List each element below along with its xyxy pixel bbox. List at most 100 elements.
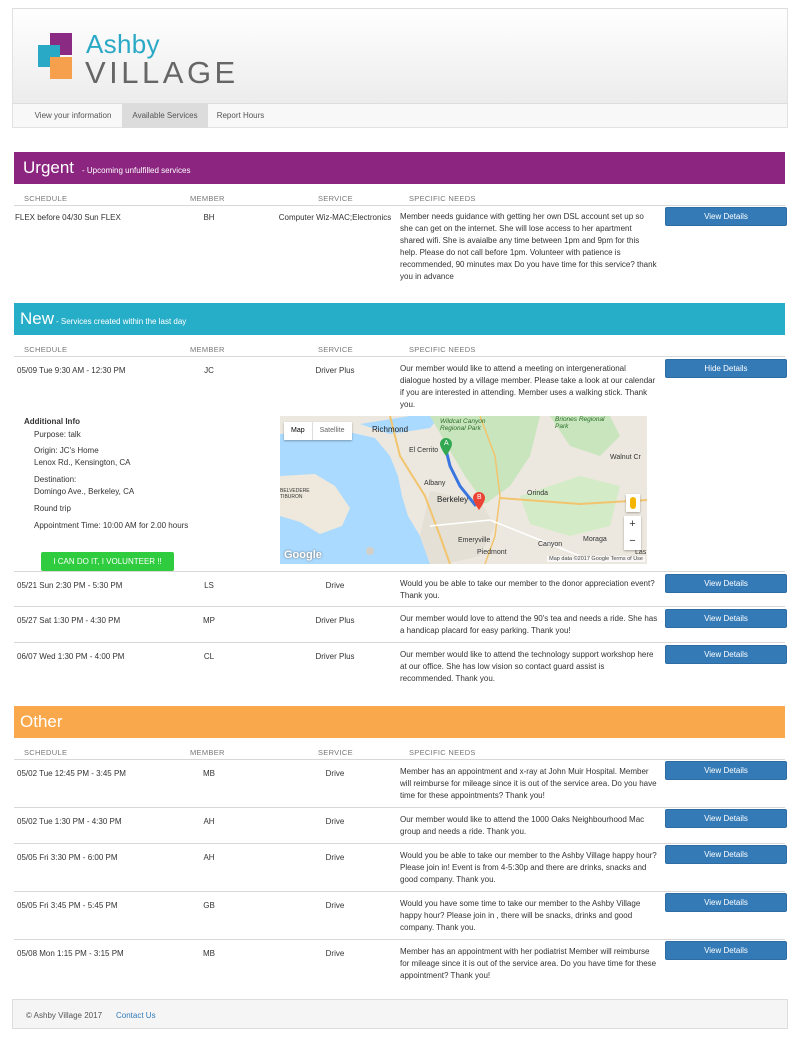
other-title: Other: [20, 712, 63, 731]
logo-orange-square: [50, 57, 72, 79]
row-needs: Member needs guidance with getting her o…: [400, 212, 657, 281]
marker-a-label: A: [444, 440, 449, 447]
appointment-time: Appointment Time: 10:00 AM for 2.00 hour…: [34, 521, 189, 530]
row-schedule: FLEX before 04/30 Sun FLEX: [15, 213, 121, 222]
table-row: 06/07 Wed 1:30 PM - 4:00 PM CL Driver Pl…: [14, 643, 787, 691]
col-service: SERVICE: [318, 194, 353, 203]
volunteer-button[interactable]: I CAN DO IT, I VOLUNTEER !!: [41, 552, 174, 571]
urgent-title: Urgent: [23, 158, 75, 177]
view-details-button[interactable]: View Details: [665, 809, 787, 828]
table-row: 05/05 Fri 3:30 PM - 6:00 PM AH Drive Wou…: [14, 844, 787, 892]
row-member: BH: [203, 213, 215, 222]
new-subtitle: - Services created within the last day: [56, 317, 187, 326]
urgent-column-headers: SCHEDULE MEMBER SERVICE SPECIFIC NEEDS: [14, 192, 785, 206]
table-row: 05/09 Tue 9:30 AM - 12:30 PM JC Driver P…: [14, 357, 787, 409]
map-label-el-cerrito: El Cerrito: [409, 447, 439, 454]
other-section-header: Other: [14, 706, 785, 738]
row-schedule: 05/09 Tue 9:30 AM - 12:30 PM: [17, 366, 126, 375]
row-service: Drive: [325, 581, 345, 590]
row-needs: Would you have some time to take our mem…: [400, 899, 641, 932]
map-zoom-control: + −: [624, 516, 641, 550]
row-service: Drive: [325, 769, 345, 778]
table-row: 05/21 Sun 2:30 PM - 5:30 PM LS Drive Wou…: [14, 571, 787, 607]
map-type-toggle: Map Satellite: [284, 422, 352, 440]
row-service: Drive: [325, 817, 345, 826]
logo-text-village: VILLAGE: [85, 55, 239, 90]
copyright: © Ashby Village 2017: [26, 1011, 103, 1020]
view-details-button[interactable]: View Details: [665, 893, 787, 912]
col-needs: SPECIFIC NEEDS: [409, 748, 476, 757]
table-row: 05/27 Sat 1:30 PM - 4:30 PM MP Driver Pl…: [14, 607, 787, 643]
col-member: MEMBER: [190, 345, 225, 354]
route-map[interactable]: Map Satellite Richmond Wildcat Canyon Reg…: [280, 416, 647, 564]
new-column-headers: SCHEDULE MEMBER SERVICE SPECIFIC NEEDS: [14, 343, 785, 357]
row-member: LS: [204, 581, 214, 590]
origin-label: Origin: JC's Home: [34, 446, 99, 455]
street-view-pegman-icon[interactable]: [626, 494, 640, 512]
map-attribution[interactable]: Map data ©2017 Google Terms of Use: [547, 556, 645, 562]
purpose: Purpose: talk: [34, 430, 81, 439]
row-schedule: 05/08 Mon 1:15 PM - 3:15 PM: [17, 949, 124, 958]
col-member: MEMBER: [190, 748, 225, 757]
main-nav: View your information Available Services…: [12, 103, 788, 128]
map-label-berkeley: Berkeley: [437, 495, 469, 504]
row-needs: Our member would like to attend the tech…: [400, 650, 654, 683]
other-column-headers: SCHEDULE MEMBER SERVICE SPECIFIC NEEDS: [14, 746, 785, 760]
row-needs: Would you be able to take our member to …: [400, 851, 657, 884]
google-logo: Google: [284, 549, 322, 561]
view-details-button[interactable]: View Details: [665, 574, 787, 593]
row-member: AH: [203, 853, 215, 862]
zoom-out-button[interactable]: −: [624, 533, 641, 550]
row-service: Driver Plus: [315, 652, 355, 661]
view-details-button[interactable]: View Details: [665, 941, 787, 960]
map-label-las: Las: [635, 549, 647, 556]
zoom-in-button[interactable]: +: [624, 516, 641, 533]
urgent-section-header: Urgent - Upcoming unfulfilled services: [14, 152, 785, 184]
tab-available-services[interactable]: Available Services: [122, 104, 208, 128]
tab-report-hours[interactable]: Report Hours: [208, 104, 273, 128]
map-label-wildcat: Wildcat Canyon Regional Park: [440, 418, 486, 432]
site-header: Ashby VILLAGE: [12, 9, 788, 103]
ashby-village-logo[interactable]: Ashby VILLAGE: [38, 29, 239, 97]
row-needs: Our member would like to attend the 1000…: [400, 815, 645, 836]
row-member: MP: [203, 616, 215, 625]
map-tab-satellite[interactable]: Satellite: [311, 422, 352, 440]
contact-us-link[interactable]: Contact Us: [116, 1011, 156, 1020]
row-schedule: 06/07 Wed 1:30 PM - 4:00 PM: [17, 652, 125, 661]
row-service: Drive: [325, 949, 345, 958]
destination-address: Domingo Ave., Berkeley, CA: [34, 487, 135, 496]
view-details-button[interactable]: View Details: [665, 645, 787, 664]
table-row: 05/05 Fri 3:45 PM - 5:45 PM GB Drive Wou…: [14, 892, 787, 940]
map-label-canyon: Canyon: [538, 541, 563, 548]
urgent-subtitle: - Upcoming unfulfilled services: [82, 166, 191, 175]
additional-info-panel: Additional Info Purpose: talk Origin: JC…: [14, 407, 785, 572]
row-service: Driver Plus: [315, 616, 355, 625]
view-details-button[interactable]: View Details: [665, 609, 787, 628]
hide-details-button[interactable]: Hide Details: [665, 359, 787, 378]
tab-view-your-information[interactable]: View your information: [23, 104, 123, 128]
col-service: SERVICE: [318, 748, 353, 757]
row-schedule: 05/21 Sun 2:30 PM - 5:30 PM: [17, 581, 123, 590]
col-schedule: SCHEDULE: [24, 345, 68, 354]
map-label-richmond: Richmond: [372, 425, 409, 434]
map-label-piedmont: Piedmont: [477, 549, 507, 556]
table-row: 05/02 Tue 12:45 PM - 3:45 PM MB Drive Me…: [14, 760, 787, 808]
row-needs: Our member would like to attend a meetin…: [400, 364, 656, 409]
new-section-header: New - Services created within the last d…: [14, 303, 785, 335]
view-details-button[interactable]: View Details: [665, 207, 787, 226]
map-label-moraga: Moraga: [583, 536, 607, 543]
view-details-button[interactable]: View Details: [665, 845, 787, 864]
row-member: AH: [203, 817, 215, 826]
row-member: MB: [203, 949, 215, 958]
new-title: New: [20, 309, 55, 328]
col-needs: SPECIFIC NEEDS: [409, 345, 476, 354]
additional-info-title: Additional Info: [24, 417, 80, 426]
col-schedule: SCHEDULE: [24, 748, 68, 757]
view-details-button[interactable]: View Details: [665, 761, 787, 780]
row-service: Drive: [325, 853, 345, 862]
map-tab-map[interactable]: Map: [284, 422, 312, 440]
row-needs: Would you be able to take our member to …: [400, 579, 655, 600]
row-needs: Our member would love to attend the 90's…: [400, 614, 658, 635]
origin-address: Lenox Rd., Kensington, CA: [34, 458, 131, 467]
marker-b-label: B: [477, 494, 482, 501]
